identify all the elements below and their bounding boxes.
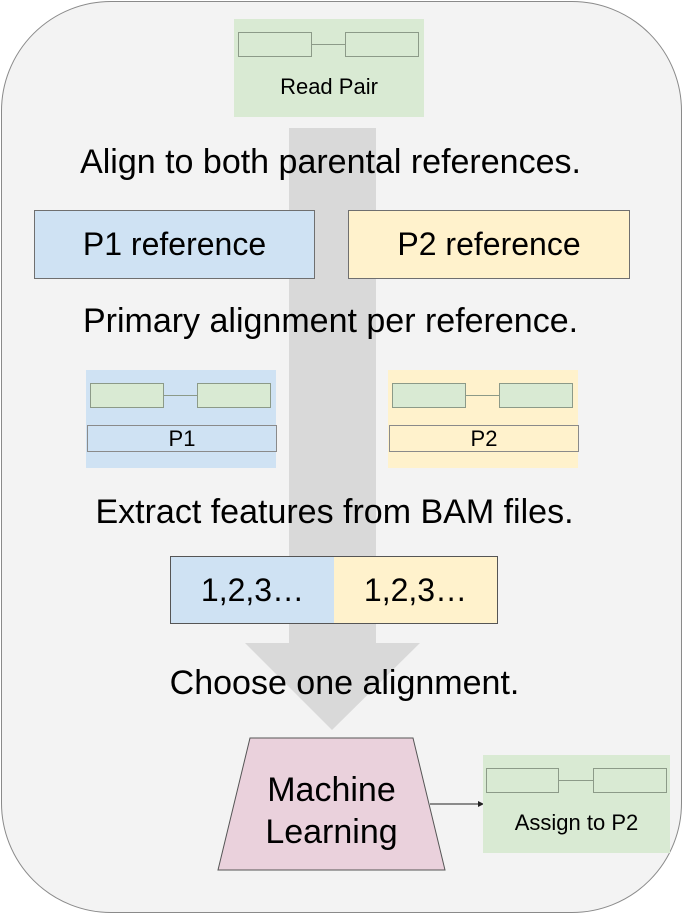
- read-link: [559, 780, 593, 781]
- read-2: [593, 768, 667, 793]
- ml-label-line2: Learning: [265, 813, 398, 851]
- ml-label-line1: Machine: [267, 771, 396, 809]
- read-1: [486, 768, 559, 793]
- assign-output-box: Assign to P2: [483, 755, 670, 853]
- assign-label: Assign to P2: [514, 810, 639, 835]
